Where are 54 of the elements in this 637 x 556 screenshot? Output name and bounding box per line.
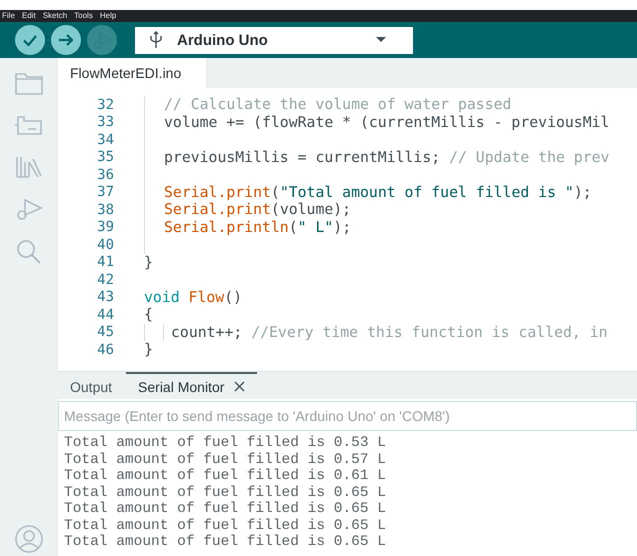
code-line: { xyxy=(144,306,153,324)
code-line: // Calculate the volume of water passed xyxy=(164,96,512,114)
line-number: 44 xyxy=(96,306,114,323)
menu-item[interactable]: File xyxy=(2,11,15,21)
board-selector[interactable]: Arduino Uno xyxy=(135,26,413,54)
line-number: 34 xyxy=(96,132,114,148)
line-number: 46 xyxy=(96,342,114,358)
line-number: 32 xyxy=(96,96,114,113)
code-line: volume += (flowRate * (currentMillis - previousMil xyxy=(164,114,610,131)
code-line: void Flow() xyxy=(144,288,242,306)
serial-output-line: Total amount of fuel filled is 0.61 L xyxy=(64,468,387,484)
line-number: 35 xyxy=(96,149,114,166)
close-icon[interactable] xyxy=(234,381,246,392)
caret-icon xyxy=(375,36,387,44)
line-number: 41 xyxy=(96,254,114,270)
line-number: 36 xyxy=(96,166,114,183)
code-line: Serial.print("Total amount of fuel filled is "); xyxy=(164,184,592,201)
line-number: 42 xyxy=(96,272,114,288)
menu-item[interactable]: Sketch xyxy=(42,11,68,21)
serial-output-line: Total amount of fuel filled is 0.65 L xyxy=(64,534,387,550)
menu-item[interactable]: Edit xyxy=(22,11,36,21)
line-number: 43 xyxy=(96,289,114,306)
board-name: Arduino Uno xyxy=(177,32,269,48)
panel-tab[interactable]: Output xyxy=(58,372,124,399)
menu-item[interactable]: Tools xyxy=(74,11,93,21)
debug-icon[interactable] xyxy=(14,196,44,222)
library-icon[interactable] xyxy=(14,154,44,180)
serial-output-line: Total amount of fuel filled is 0.65 L xyxy=(64,501,387,518)
line-number: 40 xyxy=(96,236,114,253)
serial-output-line: Total amount of fuel filled is 0.65 L xyxy=(64,484,387,501)
line-number: 37 xyxy=(96,184,114,200)
verify-button[interactable] xyxy=(15,25,45,55)
line-number: 33 xyxy=(96,114,114,130)
menu-item[interactable]: Help xyxy=(100,11,116,21)
panel-tab[interactable]: Serial Monitor xyxy=(126,372,258,399)
code-line: Serial.print(volume); xyxy=(164,201,352,218)
line-number: 38 xyxy=(96,202,114,218)
upload-button[interactable] xyxy=(51,25,81,55)
message-field[interactable]: Message (Enter to send message to 'Arduino Uno' on 'COM8') xyxy=(58,401,637,431)
debug-icon xyxy=(92,30,112,50)
line-number: 45 xyxy=(96,324,114,340)
file-tab[interactable]: FlowMeterEDI.ino xyxy=(58,58,206,88)
serial-output-line: Total amount of fuel filled is 0.65 L xyxy=(64,518,387,534)
usb-icon xyxy=(149,31,163,49)
code-line: } xyxy=(144,341,153,358)
code-line: count++; //Every time this function is called, in xyxy=(171,324,608,341)
account-icon[interactable] xyxy=(14,524,44,554)
code-line: Serial.println(" L"); xyxy=(164,218,352,236)
code-line: } xyxy=(144,254,153,271)
folder-icon[interactable] xyxy=(14,70,44,96)
line-number: 39 xyxy=(96,219,114,236)
serial-output-line: Total amount of fuel filled is 0.57 L xyxy=(64,452,387,468)
code-line: previousMillis = currentMillis; // Update the prev xyxy=(164,148,610,166)
serial-output-line: Total amount of fuel filled is 0.53 L xyxy=(64,435,387,452)
